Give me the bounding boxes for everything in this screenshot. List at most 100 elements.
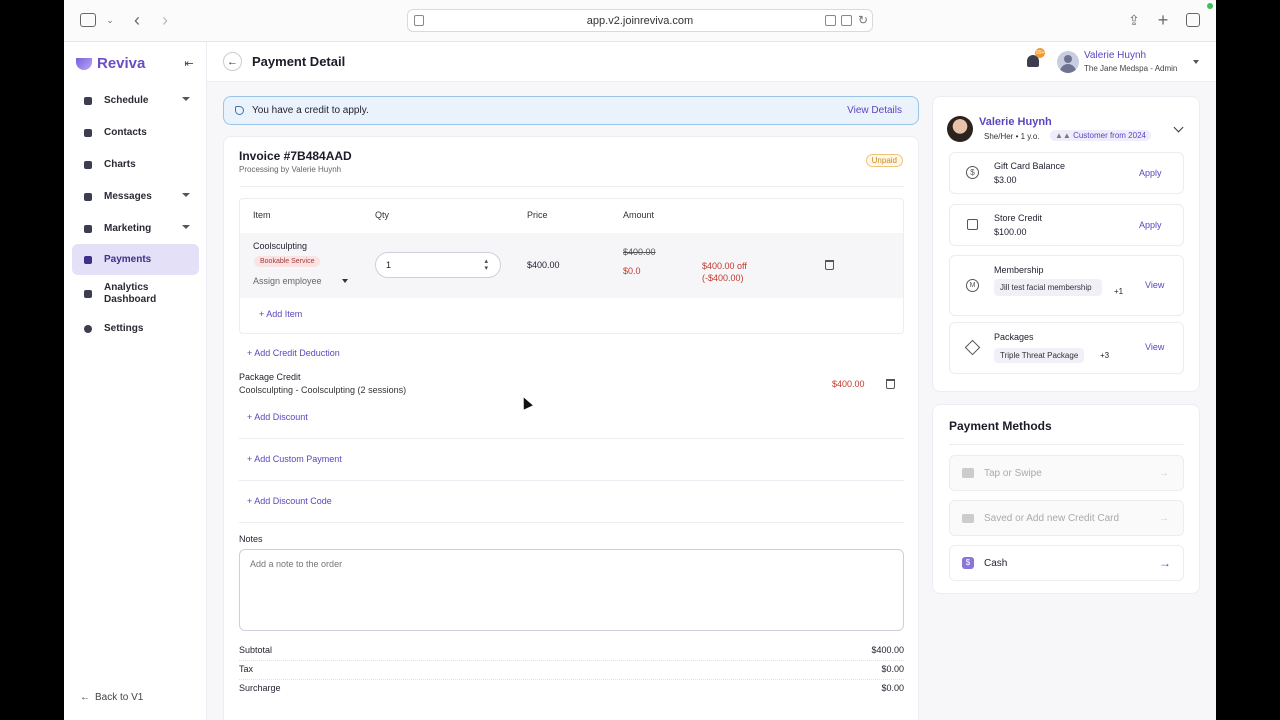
recording-dot: [1207, 3, 1213, 9]
credit-banner-text: You have a credit to apply.: [252, 105, 369, 116]
share-icon[interactable]: ⇪: [1127, 12, 1141, 28]
brand-logo[interactable]: Reviva: [76, 55, 145, 72]
add-item-button[interactable]: + Add Item: [259, 309, 302, 319]
user-name: Valerie Huynh: [1084, 50, 1147, 61]
sidebar-item-label: Analytics Dashboard: [104, 282, 157, 305]
add-discount-code-button[interactable]: + Add Discount Code: [247, 496, 332, 506]
payment-methods-card: Payment Methods Tap or Swipe → Saved or …: [932, 404, 1200, 594]
avatar[interactable]: [1057, 51, 1079, 73]
cash-option[interactable]: $ Cash →: [949, 545, 1184, 581]
sidebar-item-schedule[interactable]: Schedule: [72, 85, 199, 116]
notes-label: Notes: [239, 534, 263, 544]
add-custom-payment-button[interactable]: + Add Custom Payment: [247, 454, 342, 464]
view-details-link[interactable]: View Details: [847, 105, 902, 116]
reload-icon[interactable]: ↻: [858, 13, 868, 27]
add-credit-deduction-button[interactable]: + Add Credit Deduction: [247, 348, 340, 358]
card-reader-icon: [962, 468, 974, 478]
arrow-left-icon: ←: [227, 55, 238, 68]
service-tag: Bookable Service: [254, 256, 321, 267]
gift-card-label: Gift Card Balance: [994, 161, 1066, 171]
messages-icon: [84, 192, 92, 201]
total-label: Surcharge: [239, 683, 281, 693]
divider: [239, 438, 904, 439]
membership-label: Membership: [994, 265, 1044, 275]
sidebar-item-payments[interactable]: Payments: [72, 244, 199, 275]
tap-or-swipe-option[interactable]: Tap or Swipe →: [949, 455, 1184, 491]
back-button[interactable]: ←: [223, 52, 242, 71]
sidebar-item-label: Settings: [104, 323, 144, 334]
assign-employee-select[interactable]: Assign employee: [253, 276, 348, 286]
collapse-sidebar-icon[interactable]: ⇤: [181, 56, 197, 70]
url-text: app.v2.joinreviva.com: [586, 14, 694, 27]
user-menu-caret[interactable]: [1193, 60, 1199, 64]
totals: Subtotal $400.00 Tax $0.00 Surcharge $0.…: [239, 643, 904, 699]
divider: [240, 186, 904, 187]
sidebar-item-settings[interactable]: Settings: [72, 313, 199, 344]
items-table: Item Qty Price Amount Coolsculpting Book…: [239, 198, 904, 334]
delete-credit-button[interactable]: [886, 379, 895, 389]
back-to-v1-link[interactable]: ← Back to V1: [80, 692, 143, 703]
add-credit-label: Add Credit Deduction: [254, 348, 340, 358]
total-value: $0.00: [881, 664, 904, 674]
item-price: $400.00: [527, 260, 560, 270]
chevron-down-icon[interactable]: ⌄: [104, 13, 116, 27]
invoice-card: Invoice #7B484AAD Processing by Valerie …: [223, 136, 919, 720]
sidebar: Reviva ⇤ Schedule Contacts Charts Messag…: [64, 42, 207, 720]
total-label: Subtotal: [239, 645, 273, 655]
sidebar-item-label: Payments: [104, 254, 152, 265]
sidebar-item-messages[interactable]: Messages: [72, 181, 199, 212]
total-row: Surcharge $0.00: [239, 680, 904, 699]
mountain-icon: ▲▲: [1055, 131, 1074, 140]
credit-card-option[interactable]: Saved or Add new Credit Card →: [949, 500, 1184, 536]
col-header-item: Item: [253, 210, 271, 220]
back-icon[interactable]: ‹: [130, 10, 144, 30]
sidebar-item-label: Messages: [104, 191, 152, 202]
add-discount-button[interactable]: + Add Discount: [247, 412, 308, 422]
tabs-icon[interactable]: [841, 15, 852, 26]
sidebar-item-charts[interactable]: Charts: [72, 149, 199, 180]
quantity-stepper[interactable]: 1 ▴ ▾: [375, 252, 501, 278]
url-bar[interactable]: app.v2.joinreviva.com ↻: [407, 9, 873, 32]
stepper-arrows-icon[interactable]: ▴ ▾: [484, 258, 488, 272]
sidebar-item-contacts[interactable]: Contacts: [72, 117, 199, 148]
sidebar-toggle-icon[interactable]: [80, 13, 96, 27]
notes-field[interactable]: [239, 549, 904, 631]
divider: [949, 444, 1184, 445]
amount-original: $400.00: [623, 247, 656, 257]
store-credit-label: Store Credit: [994, 213, 1043, 223]
credit-banner: You have a credit to apply. View Details: [223, 96, 919, 125]
add-custom-label: Add Custom Payment: [254, 454, 342, 464]
cash-icon: $: [962, 557, 974, 569]
sidebar-item-marketing[interactable]: Marketing: [72, 213, 199, 244]
translate-icon[interactable]: [825, 15, 836, 26]
apply-store-credit-button[interactable]: Apply: [1139, 220, 1162, 230]
add-item-label: Add Item: [266, 309, 303, 319]
chevron-down-icon: [182, 97, 190, 101]
chevron-down-icon: [182, 193, 190, 197]
package-icon: [964, 339, 981, 356]
tab-overview-icon[interactable]: [1186, 13, 1200, 27]
sidebar-item-analytics[interactable]: Analytics Dashboard: [72, 279, 199, 309]
page-header: ← Payment Detail 99+ Valerie Huynh The J…: [207, 42, 1216, 82]
client-name[interactable]: Valerie Huynh: [979, 116, 1052, 128]
customer-since-badge: ▲▲ Customer from 2024: [1050, 130, 1151, 141]
table-row: Coolsculpting Bookable Service Assign em…: [240, 233, 903, 298]
forward-icon[interactable]: ›: [158, 10, 172, 30]
divider: [239, 522, 904, 523]
new-tab-icon[interactable]: +: [1155, 10, 1171, 30]
arrow-right-icon: →: [1159, 467, 1169, 479]
chevron-down-icon: [182, 225, 190, 229]
amount-final: $0.0: [623, 266, 641, 276]
add-discount-label: Add Discount: [254, 412, 308, 422]
add-code-label: Add Discount Code: [254, 496, 332, 506]
view-membership-button[interactable]: View: [1145, 280, 1164, 290]
apply-gift-card-button[interactable]: Apply: [1139, 168, 1162, 178]
total-row: Tax $0.00: [239, 661, 904, 680]
delete-item-button[interactable]: [825, 260, 834, 270]
sidebar-item-label: Contacts: [104, 127, 147, 138]
chevron-down-icon[interactable]: [1173, 122, 1184, 133]
status-badge: Unpaid: [865, 154, 903, 167]
view-packages-button[interactable]: View: [1145, 342, 1164, 352]
client-meta: She/Her • 1 y.o.: [984, 132, 1040, 141]
contacts-icon: [84, 128, 92, 137]
